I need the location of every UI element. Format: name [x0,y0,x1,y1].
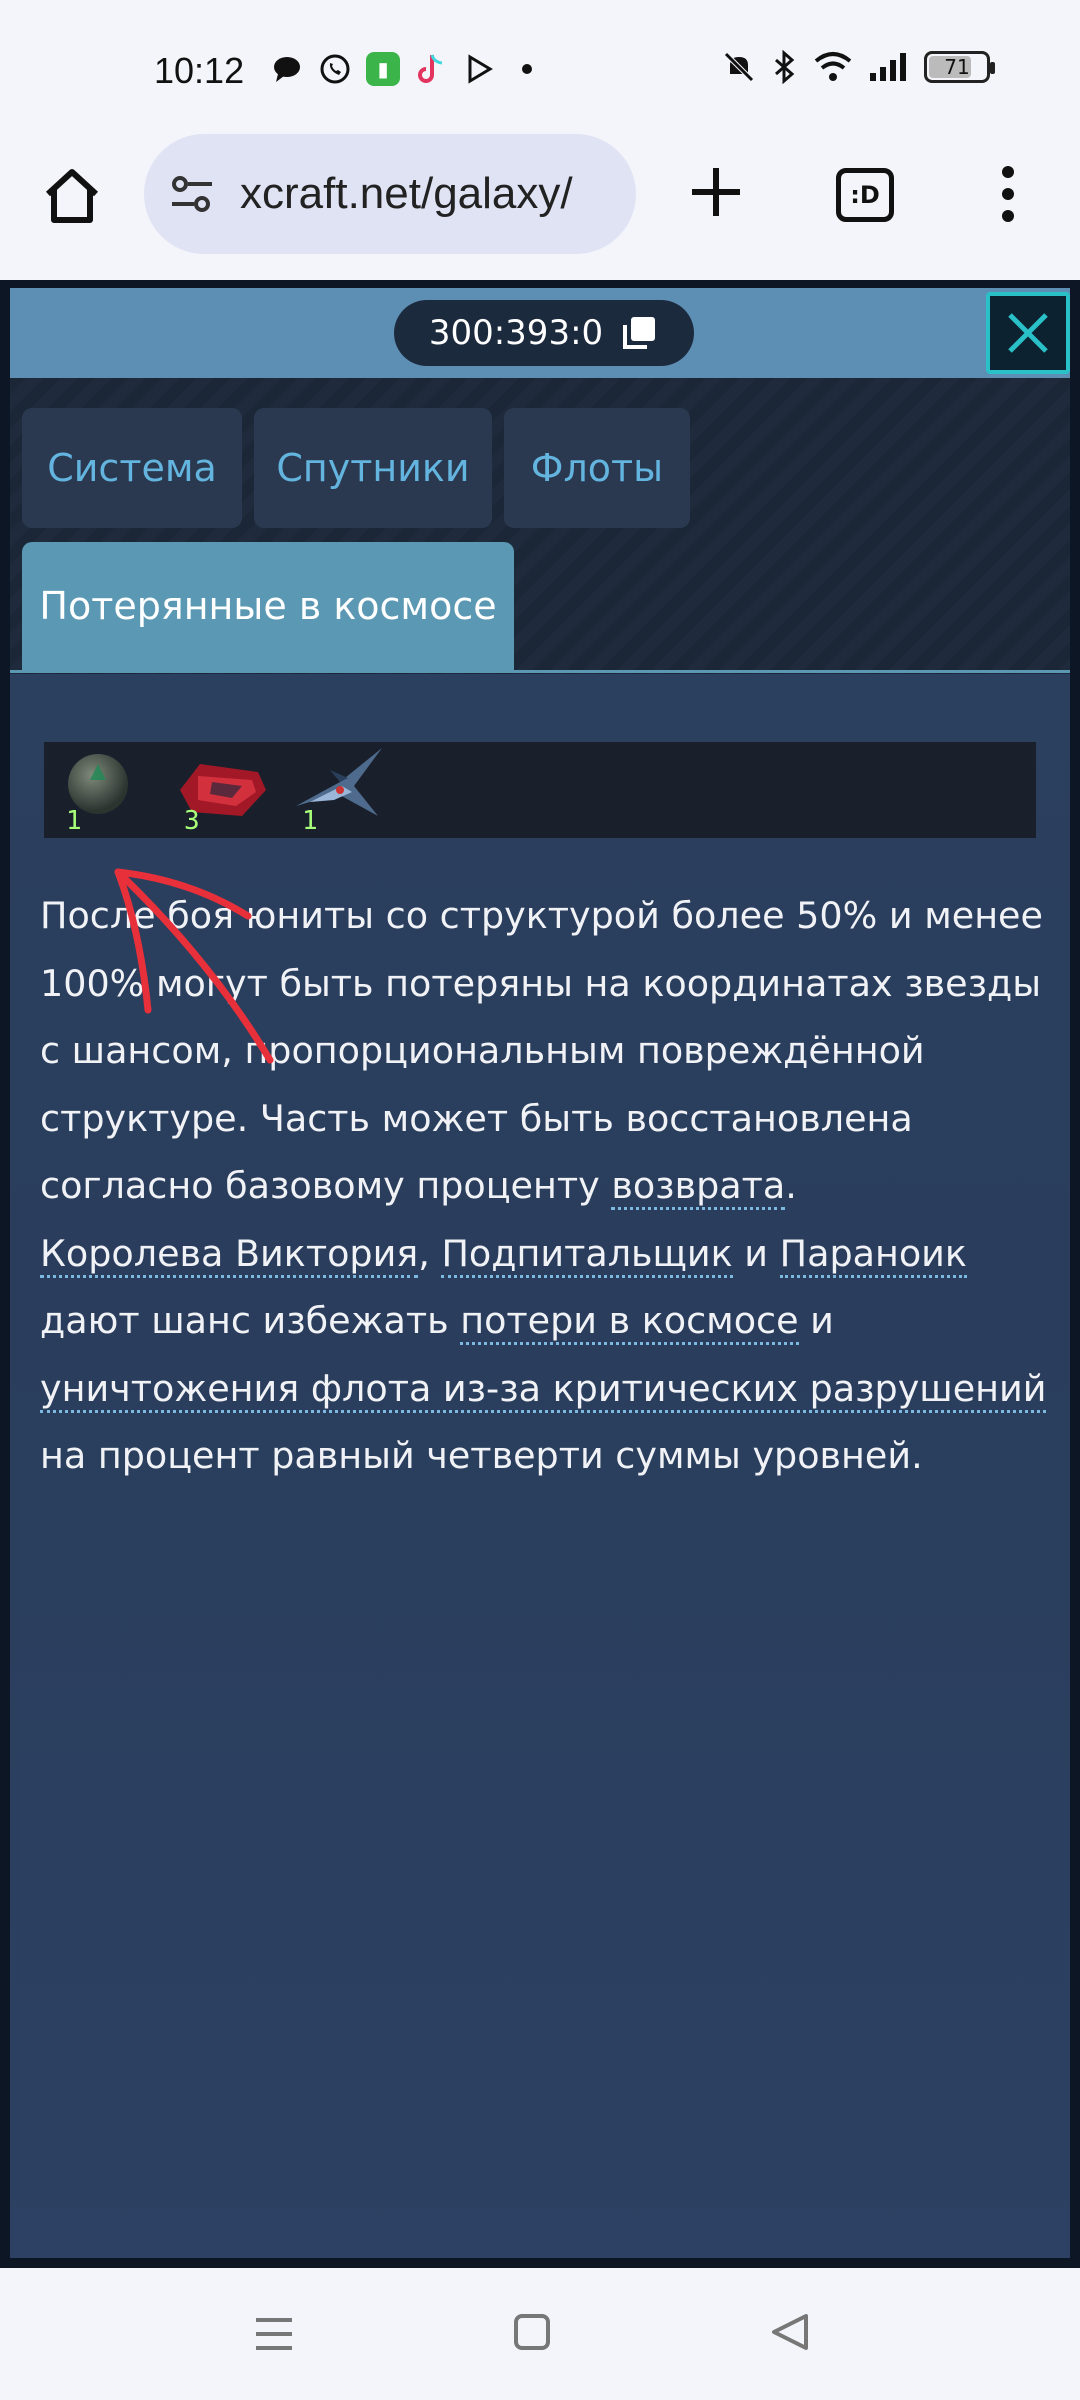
home-nav-icon[interactable] [512,2312,552,2352]
critical-destruction-link[interactable]: уничтожения флота из-за критических разр… [40,1366,1047,1413]
tab-switcher-button[interactable]: :D [836,168,894,222]
tiktok-icon [414,52,448,86]
site-settings-icon[interactable] [168,170,216,218]
plus-icon [692,168,740,216]
wifi-icon [814,52,852,81]
more-notifications-icon [510,52,544,86]
queen-victoria-link[interactable]: Королева Виктория [40,1231,419,1278]
coordinates-pill[interactable]: 300:393:0 [394,300,694,366]
more-vert-icon [1002,166,1014,222]
lost-in-space-description: После боя юниты со структурой более 50% … [40,882,1050,1490]
recent-apps-icon[interactable] [252,2312,296,2356]
tabs-divider [10,670,1070,673]
desc-text: на процент равный четверти суммы уровней… [40,1434,923,1477]
bluetooth-icon [775,50,795,84]
battery-indicator: 71 [924,51,995,83]
feeder-link[interactable]: Подпитальщик [441,1231,733,1278]
notification-icons: ▮ [270,52,544,86]
status-bar: 10:12 ▮ 71 [0,0,1080,132]
home-icon [45,169,99,223]
browser-toolbar: xcraft.net/galaxy/ :D [0,132,1080,280]
system-navigation-bar [0,2268,1080,2400]
address-bar[interactable]: xcraft.net/galaxy/ [144,134,636,254]
close-icon [1008,313,1048,353]
status-time: 10:12 [154,50,245,91]
tab-fleets[interactable]: Флоты [504,408,690,528]
browser-menu-button[interactable] [990,162,1026,226]
back-icon[interactable] [768,2310,812,2354]
desc-text: После боя юниты со структурой более 50% … [40,894,1043,1207]
unit-count: 3 [184,806,200,836]
new-tab-button[interactable] [684,160,748,224]
lost-unit-item[interactable]: 3 [172,742,266,838]
battery-level: 71 [944,55,970,79]
tab-lost-in-space[interactable]: Потерянные в космосе [22,542,514,670]
tab-system[interactable]: Система [22,408,242,528]
desc-text: , [418,1231,442,1275]
lost-unit-item[interactable]: 1 [54,742,144,838]
coordinates-header: 300:393:0 [10,288,1070,378]
tab-satellites[interactable]: Спутники [254,408,492,528]
system-indicators: 71 [722,50,995,84]
url-text: xcraft.net/galaxy/ [240,169,573,218]
desc-text: . [785,1164,797,1207]
copy-icon[interactable] [619,313,659,353]
lost-in-space-content: 1 3 1 После боя юниты со структурой боле… [10,674,1070,2258]
lost-unit-item[interactable]: 1 [290,742,382,838]
android-app-icon: ▮ [366,52,400,86]
desc-text: и [798,1299,834,1342]
panel-body: 300:393:0 Система Спутники Флоты Потерян… [10,288,1070,2258]
unit-count: 1 [302,806,318,836]
panel-tabs: Система Спутники Флоты Потерянные в косм… [10,378,1070,674]
signal-icon [870,53,906,81]
lost-units-list: 1 3 1 [44,742,1036,838]
close-button[interactable] [986,292,1070,374]
home-button[interactable] [36,160,108,232]
space-loss-link[interactable]: потери в космосе [460,1299,799,1345]
chat-bubble-icon [270,52,304,86]
desc-text: дают шанс избежать [40,1299,461,1342]
paranoid-link[interactable]: Параноик [779,1231,967,1278]
whatsapp-icon [318,52,352,86]
desc-text: и [732,1231,780,1275]
play-store-icon [462,52,496,86]
mute-icon [724,52,754,82]
unit-count: 1 [66,806,82,836]
coordinates-text: 300:393:0 [428,313,604,353]
galaxy-panel: 300:393:0 Система Спутники Флоты Потерян… [0,280,1080,2268]
return-link[interactable]: возврата [611,1164,786,1210]
